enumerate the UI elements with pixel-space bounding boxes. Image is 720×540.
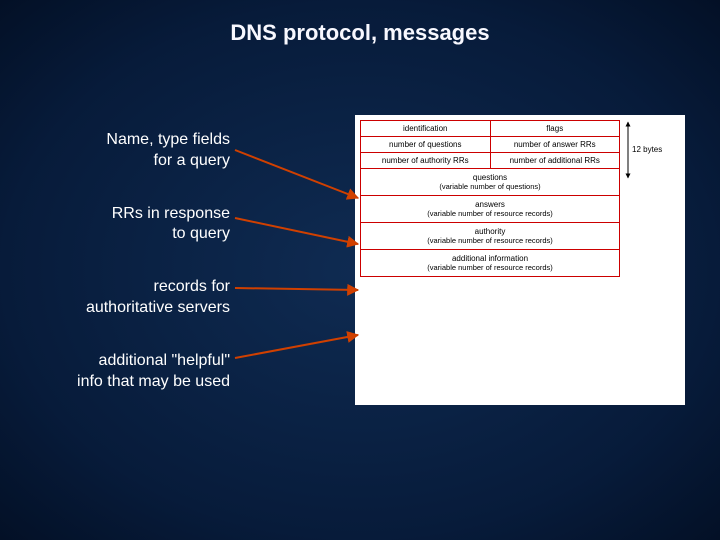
- section-answers-title: answers: [363, 200, 617, 209]
- slide-title: DNS protocol, messages: [0, 20, 720, 46]
- section-authority-sub: (variable number of resource records): [363, 236, 617, 245]
- dns-message-diagram: identification flags number of questions…: [360, 120, 620, 277]
- label-column: Name, type fields for a query RRs in res…: [60, 130, 230, 424]
- cell-identification: identification: [361, 121, 490, 136]
- label-additional-line2: info that may be used: [60, 372, 230, 393]
- label-response: RRs in response to query: [60, 204, 230, 246]
- section-additional: additional information (variable number …: [360, 249, 620, 277]
- header-row-2: number of questions number of answer RRs: [360, 136, 620, 152]
- label-query-line2: for a query: [60, 151, 230, 172]
- section-answers-sub: (variable number of resource records): [363, 209, 617, 218]
- label-authority: records for authoritative servers: [60, 277, 230, 319]
- section-questions-sub: (variable number of questions): [363, 182, 617, 191]
- label-authority-line2: authoritative servers: [60, 298, 230, 319]
- section-questions-title: questions: [363, 173, 617, 182]
- section-questions: questions (variable number of questions): [360, 168, 620, 195]
- label-response-line1: RRs in response: [60, 204, 230, 225]
- label-additional: additional "helpful" info that may be us…: [60, 351, 230, 393]
- cell-num-authority: number of authority RRs: [361, 153, 490, 168]
- arrow-query: [235, 150, 358, 198]
- header-row-1: identification flags: [360, 120, 620, 136]
- section-authority-title: authority: [363, 227, 617, 236]
- label-additional-line1: additional "helpful": [60, 351, 230, 372]
- label-response-line2: to query: [60, 224, 230, 245]
- section-answers: answers (variable number of resource rec…: [360, 195, 620, 222]
- cell-flags: flags: [491, 121, 620, 136]
- header-row-3: number of authority RRs number of additi…: [360, 152, 620, 168]
- section-authority: authority (variable number of resource r…: [360, 222, 620, 249]
- cell-num-additional: number of additional RRs: [491, 153, 620, 168]
- label-query-line1: Name, type fields: [60, 130, 230, 151]
- label-authority-line1: records for: [60, 277, 230, 298]
- cell-num-questions: number of questions: [361, 137, 490, 152]
- cell-num-answers: number of answer RRs: [491, 137, 620, 152]
- arrow-authority: [235, 288, 358, 290]
- bytes-label: 12 bytes: [630, 145, 664, 154]
- section-additional-sub: (variable number of resource records): [363, 263, 617, 272]
- arrow-additional: [235, 335, 358, 358]
- section-additional-title: additional information: [363, 254, 617, 263]
- arrow-response: [235, 218, 358, 244]
- label-query: Name, type fields for a query: [60, 130, 230, 172]
